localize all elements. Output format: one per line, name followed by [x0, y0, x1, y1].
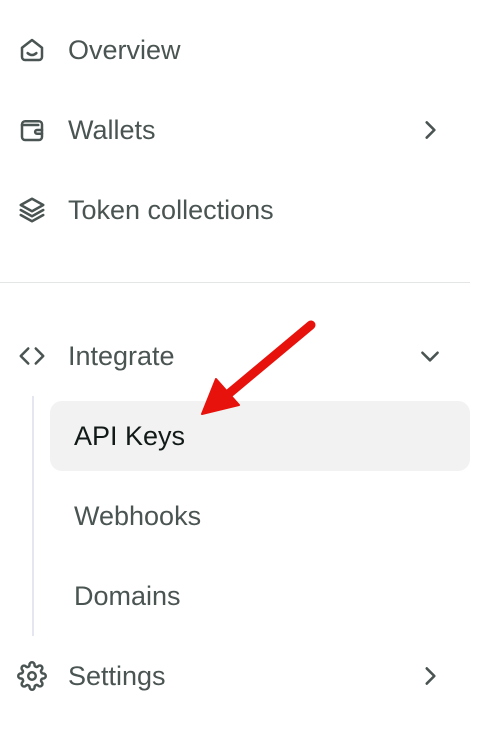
sidebar-subitem-label: Webhooks [74, 500, 202, 531]
submenu-rail [32, 396, 34, 636]
wallet-icon [16, 114, 48, 146]
code-icon [16, 340, 48, 372]
sidebar-item-label: Overview [68, 34, 181, 65]
chevron-down-icon[interactable] [414, 340, 446, 372]
sidebar-item-label: Token collections [68, 194, 274, 225]
layers-icon [16, 194, 48, 226]
chevron-right-icon[interactable] [414, 114, 446, 146]
sidebar-subitem-domains[interactable]: Domains [50, 561, 470, 631]
sidebar-item-label: Wallets [68, 114, 156, 145]
sidebar-item-label: Settings [68, 660, 166, 691]
sidebar-item-token-collections[interactable]: Token collections [0, 180, 470, 240]
gear-icon [16, 660, 48, 692]
sidebar-item-integrate[interactable]: Integrate [0, 326, 470, 386]
sidebar-item-label: Integrate [68, 340, 175, 371]
sidebar-subitem-label: Domains [74, 580, 181, 611]
sidebar-item-wallets[interactable]: Wallets [0, 100, 470, 160]
divider [0, 282, 470, 283]
chevron-right-icon[interactable] [414, 660, 446, 692]
sidebar-item-overview[interactable]: Overview [0, 20, 470, 80]
home-icon [16, 34, 48, 66]
sidebar-item-settings[interactable]: Settings [0, 646, 470, 706]
sidebar-subitem-webhooks[interactable]: Webhooks [50, 481, 470, 551]
sidebar-subitem-label: API Keys [74, 420, 186, 451]
sidebar-subitem-api-keys[interactable]: API Keys [50, 401, 470, 471]
